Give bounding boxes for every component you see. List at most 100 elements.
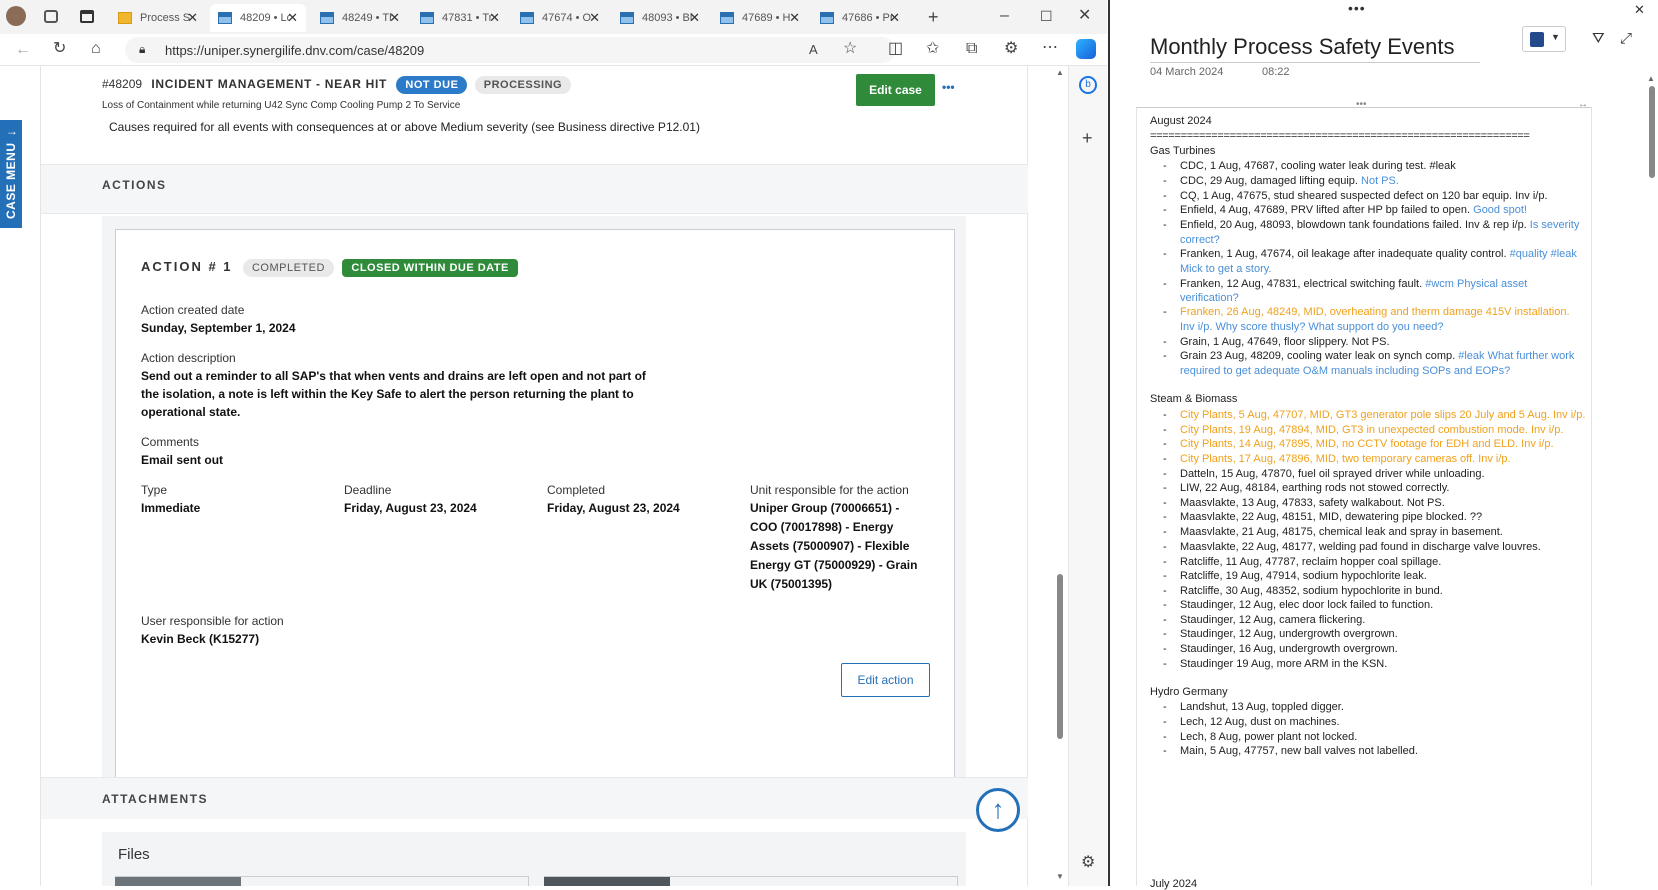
maximize-icon[interactable]: ☐ — [1040, 8, 1053, 24]
note-line-text: required to get adequate O&M manuals inc… — [1180, 365, 1511, 377]
tab-actions-icon[interactable] — [80, 10, 94, 23]
window-menu-dots[interactable]: ••• — [1348, 0, 1366, 16]
case-menu-tab[interactable]: CASE MENU ↓ — [0, 120, 22, 228]
favorites-icon[interactable]: ✩ — [926, 41, 939, 57]
description-label: Action description — [141, 351, 236, 365]
browser-tab[interactable]: 47686 • Pr ✕ — [812, 4, 908, 32]
scroll-up-arrow[interactable]: ▲ — [1647, 74, 1655, 83]
note-line-text: correct? — [1180, 234, 1220, 246]
container-resize-handle[interactable]: ↔ — [1578, 99, 1588, 110]
bullet-dash: - — [1163, 541, 1167, 553]
new-tab-icon[interactable]: + — [928, 8, 939, 26]
page-scrollbar[interactable]: ▲ ▼ — [1054, 66, 1066, 886]
note-line-text: City Plants, 17 Aug, 47896, MID, two tem… — [1180, 453, 1511, 465]
note-line: Maasvlakte, 22 Aug, 48177, welding pad f… — [1180, 541, 1541, 553]
page-favicon — [520, 12, 534, 24]
close-icon[interactable]: ✕ — [689, 10, 700, 26]
lock-icon[interactable]: 🔒︎ — [139, 42, 145, 57]
close-icon[interactable]: ✕ — [389, 10, 400, 26]
address-bar-row: ← ↻ ⌂ 🔒︎ https://uniper.synergilife.dnv.… — [0, 34, 1107, 66]
note-comment: #leak What further work — [1455, 350, 1575, 362]
refresh-icon[interactable]: ↻ — [53, 41, 66, 57]
copilot-icon[interactable] — [1076, 39, 1096, 59]
browser-tab[interactable]: Process Sa✕ — [110, 4, 206, 32]
page-favicon — [820, 12, 834, 24]
scroll-thumb[interactable] — [1057, 574, 1063, 739]
bullet-dash: - — [1163, 248, 1167, 260]
file-card[interactable] — [115, 876, 529, 886]
bullet-dash: - — [1163, 701, 1167, 713]
bullet-dash: - — [1163, 409, 1167, 421]
expand-icon[interactable]: ⤢ — [1620, 30, 1632, 47]
back-icon[interactable]: ← — [15, 42, 31, 58]
scroll-down-arrow[interactable]: ▼ — [1056, 872, 1064, 881]
scroll-up-arrow[interactable]: ▲ — [1056, 68, 1064, 77]
bullet-dash: - — [1163, 424, 1167, 436]
type-value: Immediate — [141, 501, 201, 515]
address-bar[interactable]: 🔒︎ https://uniper.synergilife.dnv.com/ca… — [125, 37, 895, 63]
close-window-icon[interactable]: ✕ — [1078, 8, 1091, 24]
completed-value: Friday, August 23, 2024 — [547, 501, 680, 515]
bullet-dash: - — [1163, 731, 1167, 743]
note-line-text: Mick to get a story. — [1180, 263, 1272, 275]
favorite-star-icon[interactable]: ☆ — [843, 41, 857, 57]
note-line-text: Franken, 1 Aug, 47674, oil leakage after… — [1180, 248, 1507, 260]
note-line: Franken, 26 Aug, 48249, MID, overheating… — [1180, 306, 1570, 318]
container-drag-handle[interactable]: ••• — [1356, 99, 1367, 110]
minimize-icon[interactable]: – — [1000, 8, 1009, 24]
browser-tab[interactable]: 47831 • Tr ✕ — [412, 4, 508, 32]
settings-icon[interactable]: ⚙ — [1081, 852, 1095, 872]
notes-scrollbar[interactable]: ▲ — [1646, 74, 1658, 886]
browser-tab[interactable]: 47674 • O ✕ — [512, 4, 608, 32]
more-icon[interactable]: ⋯ — [1042, 40, 1058, 56]
case-more-button[interactable]: ••• — [942, 80, 955, 94]
note-line-text: Maasvlakte, 22 Aug, 48151, MID, dewateri… — [1180, 511, 1483, 523]
note-line: City Plants, 14 Aug, 47895, MID, no CCTV… — [1180, 438, 1554, 450]
title-underline — [1150, 62, 1480, 63]
bullet-dash: - — [1163, 336, 1167, 348]
note-line-text: CDC, 29 Aug, damaged lifting equip. — [1180, 175, 1358, 187]
notebook-button[interactable]: ▼ — [1522, 26, 1566, 52]
note-comment: #quality #leak — [1506, 248, 1577, 260]
actions-header-band — [41, 164, 1028, 214]
browser-tab-active[interactable]: 48209 • Lo ✕ — [210, 4, 306, 32]
add-sidebar-icon[interactable]: + — [1082, 128, 1093, 149]
profile-avatar[interactable] — [6, 6, 26, 26]
close-icon[interactable]: ✕ — [789, 10, 800, 26]
bullet-dash: - — [1163, 643, 1167, 655]
scroll-thumb[interactable] — [1649, 86, 1655, 178]
browser-tab[interactable]: 48093 • Bl ✕ — [612, 4, 708, 32]
url-text: https://uniper.synergilife.dnv.com/case/… — [165, 43, 425, 58]
page-title[interactable]: Monthly Process Safety Events — [1150, 34, 1454, 60]
note-line: Staudinger, 12 Aug, elec door lock faile… — [1180, 599, 1433, 611]
bullet-dash: - — [1163, 482, 1167, 494]
files-card: Files — [102, 832, 966, 886]
browser-tab[interactable]: 47689 • H ✕ — [712, 4, 808, 32]
bing-icon[interactable]: b — [1079, 76, 1097, 94]
edit-case-button[interactable]: Edit case — [856, 74, 935, 106]
bullet-dash: - — [1163, 628, 1167, 640]
extensions-icon[interactable]: ⚙ — [1004, 41, 1018, 57]
month-heading: August 2024 — [1150, 115, 1212, 127]
close-window-icon[interactable]: ✕ — [1634, 2, 1645, 18]
browser-tab[interactable]: 48249 • Th ✕ — [312, 4, 408, 32]
edit-action-button[interactable]: Edit action — [841, 663, 930, 697]
bullet-dash: - — [1163, 556, 1167, 568]
close-icon[interactable]: ✕ — [287, 10, 298, 26]
close-icon[interactable]: ✕ — [889, 10, 900, 26]
scroll-to-top-button[interactable]: ↑ — [976, 788, 1020, 832]
note-line: Staudinger, 16 Aug, undergrowth overgrow… — [1180, 643, 1398, 655]
close-icon[interactable]: ✕ — [489, 10, 500, 26]
split-screen-icon[interactable]: ◫ — [888, 41, 903, 57]
workspaces-icon[interactable] — [44, 10, 58, 23]
page-favicon — [218, 12, 232, 24]
close-icon[interactable]: ✕ — [589, 10, 600, 26]
read-aloud-icon[interactable]: A — [809, 42, 818, 58]
home-icon[interactable]: ⌂ — [91, 41, 101, 57]
note-line: Mick to get a story. — [1180, 263, 1272, 275]
case-title: INCIDENT MANAGEMENT - NEAR HIT — [151, 77, 388, 91]
filter-icon[interactable]: ⛛ — [1592, 30, 1605, 47]
close-icon[interactable]: ✕ — [187, 10, 198, 26]
file-card[interactable] — [544, 876, 958, 886]
collections-icon[interactable]: ⧉ — [966, 41, 977, 57]
